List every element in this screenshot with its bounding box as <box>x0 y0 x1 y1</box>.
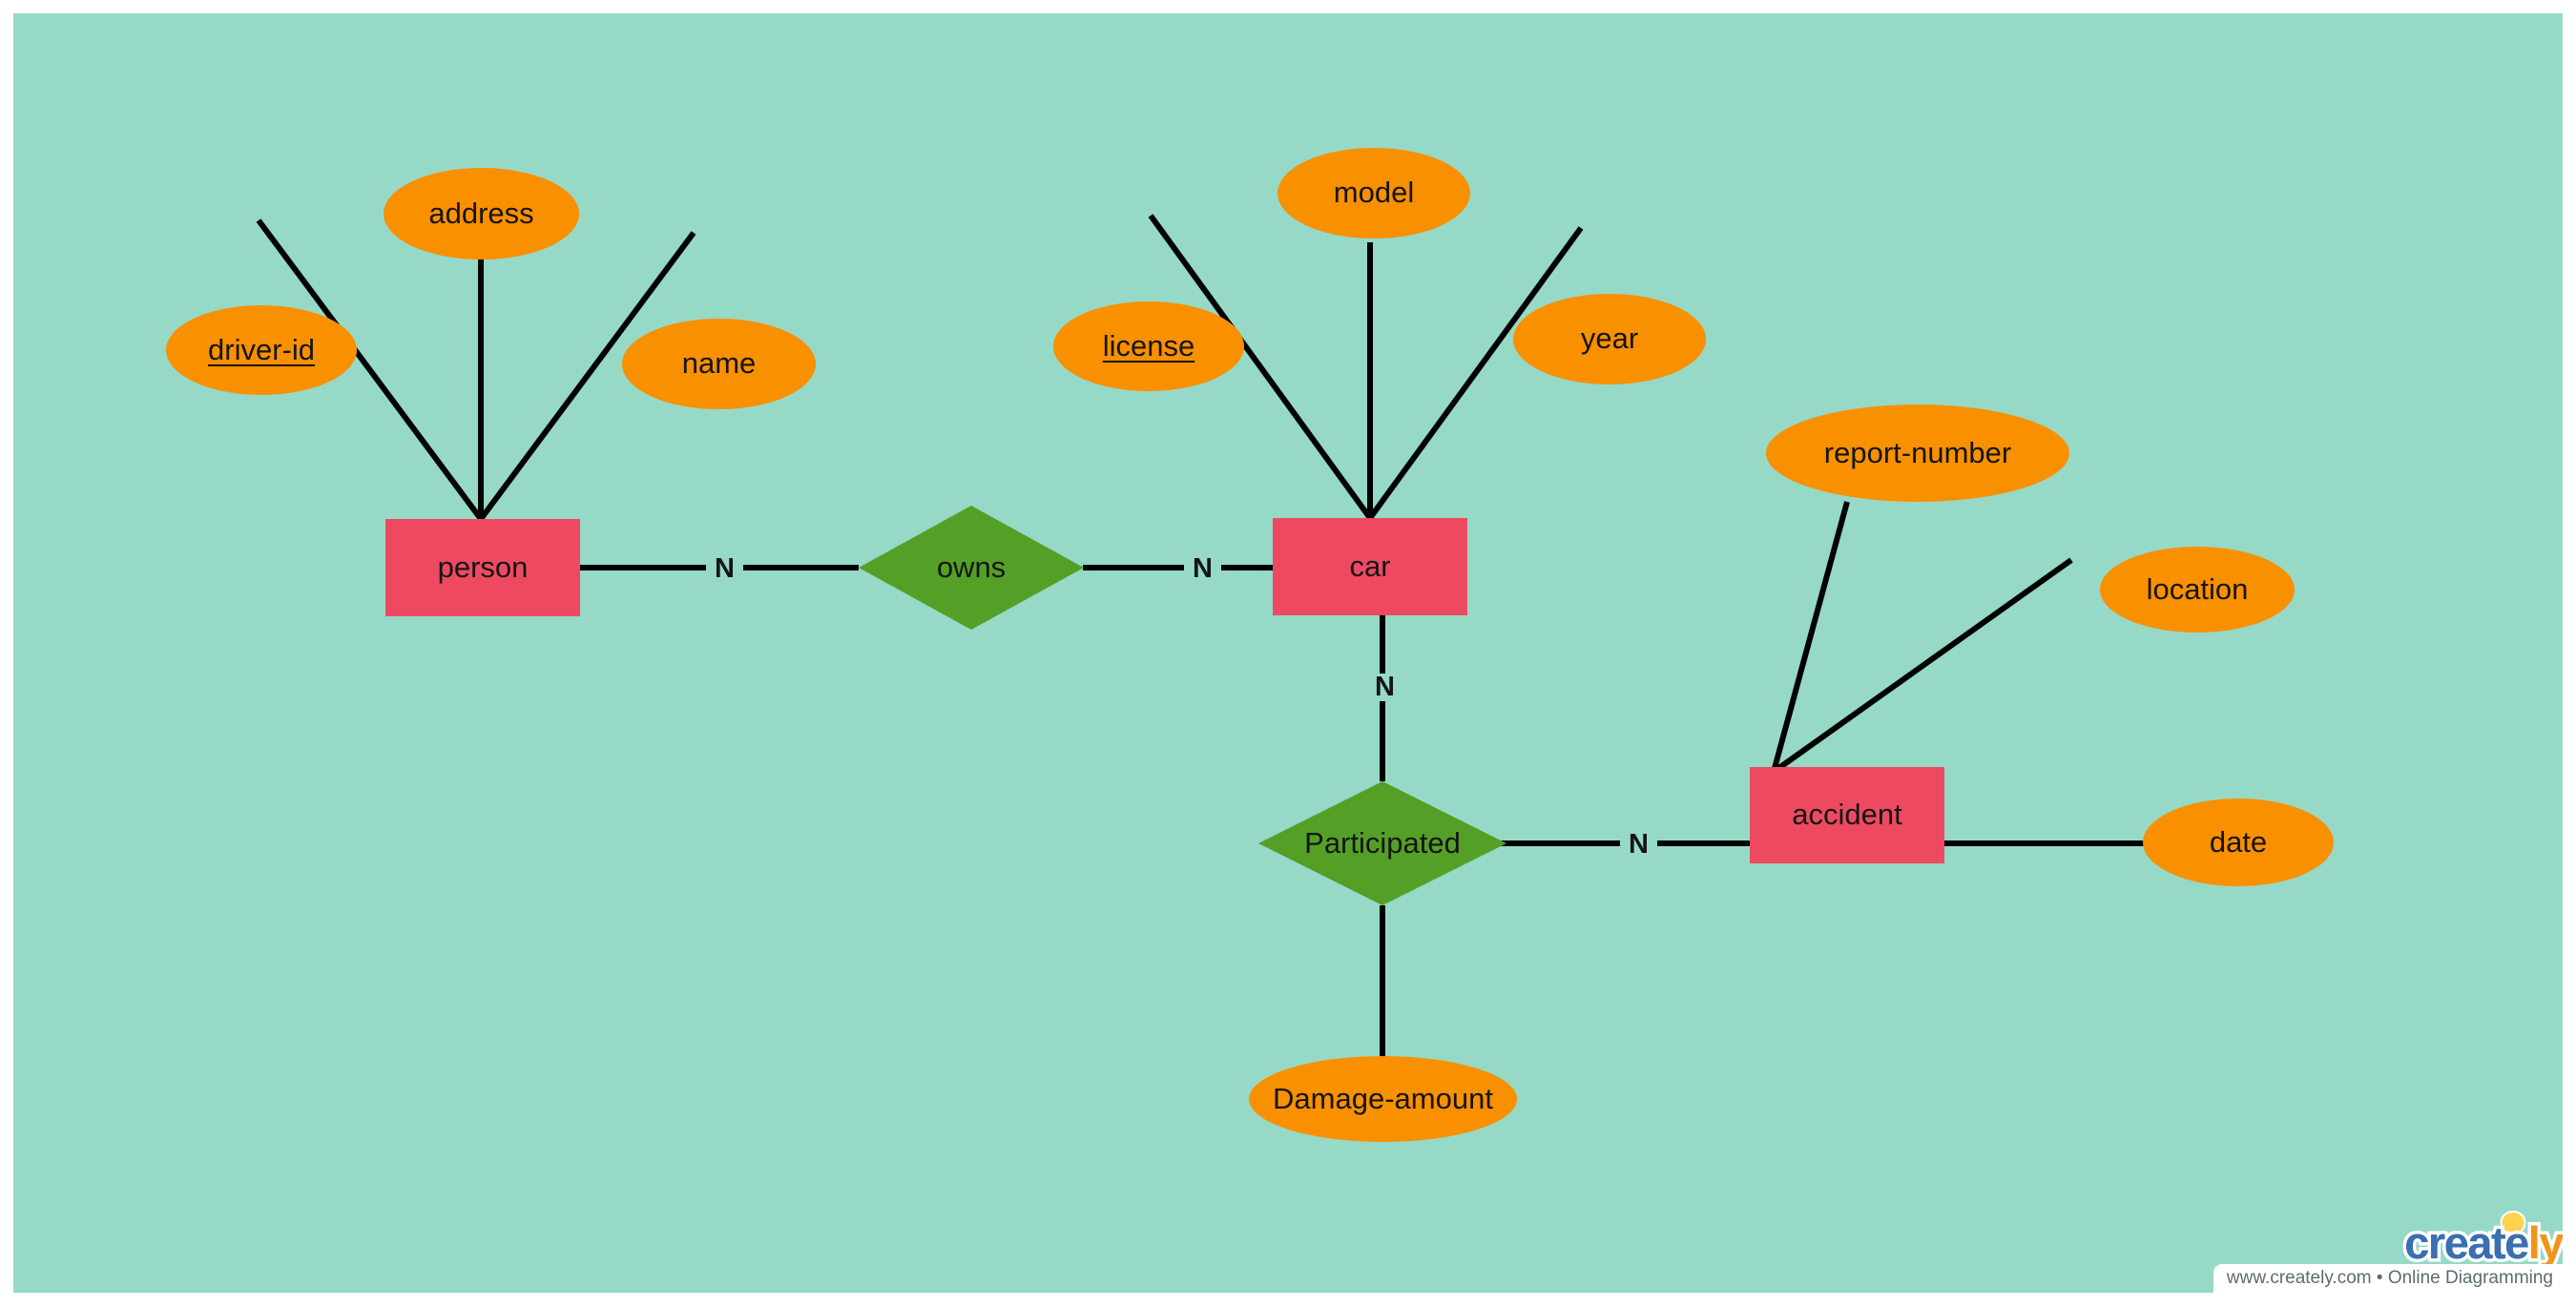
cardinality-owns-car-text: N <box>1193 553 1213 584</box>
attribute-license[interactable]: license <box>1053 301 1244 391</box>
attribute-year-label: year <box>1580 322 1639 356</box>
cardinality-car-participated-text: N <box>1375 672 1395 702</box>
attribute-date-label: date <box>2209 824 2268 859</box>
creately-watermark: creately creately www.creately.com • Onl… <box>2212 1209 2563 1293</box>
relationship-participated-label: Participated <box>1304 825 1461 860</box>
entity-person-label: person <box>437 550 529 584</box>
edge-report-number-accident <box>1771 501 1850 773</box>
creately-logo-part1: create <box>2404 1217 2529 1268</box>
attribute-driver-id[interactable]: driver-id <box>166 305 357 395</box>
creately-tagline: www.creately.com • Online Diagramming <box>2226 1268 2553 1288</box>
cardinality-car-participated: N <box>1366 674 1403 701</box>
creately-logo-outline: creately <box>2401 1217 2563 1269</box>
cardinality-person-owns: N <box>706 555 743 583</box>
cardinality-owns-car: N <box>1184 555 1221 583</box>
relationship-participated[interactable]: Participated <box>1258 781 1506 905</box>
cardinality-person-owns-text: N <box>715 553 735 584</box>
relationship-owns-label: owns <box>936 550 1007 584</box>
attribute-address[interactable]: address <box>384 168 579 259</box>
attribute-damage-amount[interactable]: Damage-amount <box>1249 1056 1517 1142</box>
creately-tagline-band: www.creately.com • Online Diagramming <box>2212 1264 2563 1293</box>
attribute-date[interactable]: date <box>2143 799 2334 886</box>
attribute-year[interactable]: year <box>1513 294 1706 384</box>
creately-logo: creately <box>2404 1220 2563 1265</box>
creately-logo-part2-outline: ly <box>2524 1217 2563 1269</box>
attribute-model-label: model <box>1333 176 1415 210</box>
entity-car-label: car <box>1349 549 1391 583</box>
attribute-license-label: license <box>1102 328 1195 363</box>
entity-car[interactable]: car <box>1273 518 1467 615</box>
attribute-driver-id-label: driver-id <box>208 332 315 366</box>
attribute-location-label: location <box>2146 571 2249 606</box>
entity-person[interactable]: person <box>385 519 580 616</box>
cardinality-participated-accident: N <box>1620 831 1657 859</box>
attribute-report-number[interactable]: report-number <box>1766 405 2069 502</box>
screenshot-root: person car accident owns Participated dr… <box>0 0 2576 1307</box>
creately-logo-part1-outline: create <box>2401 1217 2533 1269</box>
attribute-address-label: address <box>428 196 534 230</box>
lightbulb-icon <box>2500 1211 2526 1242</box>
attribute-name-label: name <box>681 346 757 381</box>
relationship-owns[interactable]: owns <box>859 506 1084 630</box>
entity-accident-label: accident <box>1792 798 1902 832</box>
attribute-location[interactable]: location <box>2100 547 2295 633</box>
attribute-damage-amount-label: Damage-amount <box>1273 1081 1493 1115</box>
entity-accident[interactable]: accident <box>1750 767 1944 863</box>
diagram-canvas[interactable]: person car accident owns Participated dr… <box>13 13 2563 1293</box>
creately-logo-part2: ly <box>2527 1217 2563 1268</box>
attribute-name[interactable]: name <box>622 319 816 409</box>
attribute-report-number-label: report-number <box>1823 435 2012 469</box>
edge-location-accident <box>1772 557 2073 775</box>
attribute-model[interactable]: model <box>1278 148 1470 239</box>
cardinality-participated-accident-text: N <box>1629 829 1649 860</box>
